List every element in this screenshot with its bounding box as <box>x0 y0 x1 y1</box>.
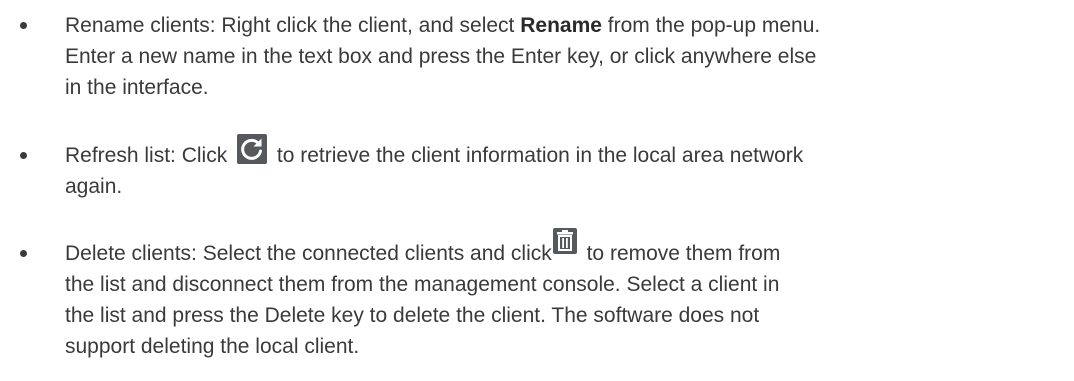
rename-menu-label: Rename <box>520 14 602 37</box>
text-line: again. <box>65 175 123 198</box>
text-line: the list and press the Delete key to del… <box>65 304 760 327</box>
delete-paragraph: Delete clients: Select the connected cli… <box>65 228 1065 362</box>
text-run: from the pop-up menu. <box>601 14 821 37</box>
bullet-point <box>20 250 27 257</box>
text-run: to retrieve the client information in th… <box>271 144 804 167</box>
text-run: Rename clients: Right click the client, … <box>65 14 521 37</box>
text-run: Delete clients: Select the connected cli… <box>65 242 552 265</box>
refresh-icon[interactable] <box>237 134 268 164</box>
text-line: Delete clients: Select the connected cli… <box>65 228 1065 269</box>
text-line: Enter a new name in the text box and pre… <box>65 45 817 68</box>
refresh-paragraph: Refresh list: Click to retrieve the clie… <box>65 134 1065 202</box>
text-line: the list and disconnect them from the ma… <box>65 273 780 296</box>
document-page: Rename clients: Right click the client, … <box>0 0 1074 381</box>
text-line: Rename clients: Right click the client, … <box>65 10 1065 41</box>
rename-paragraph: Rename clients: Right click the client, … <box>65 10 1065 103</box>
bullet-point <box>20 22 27 29</box>
bullet-point <box>20 152 27 159</box>
text-line: in the interface. <box>65 76 209 99</box>
text-run: Refresh list: Click <box>65 144 234 167</box>
text-run: to remove them from <box>580 242 781 265</box>
text-line: support deleting the local client. <box>65 335 360 358</box>
trash-icon[interactable] <box>552 228 577 254</box>
text-line: Refresh list: Click to retrieve the clie… <box>65 134 1065 171</box>
